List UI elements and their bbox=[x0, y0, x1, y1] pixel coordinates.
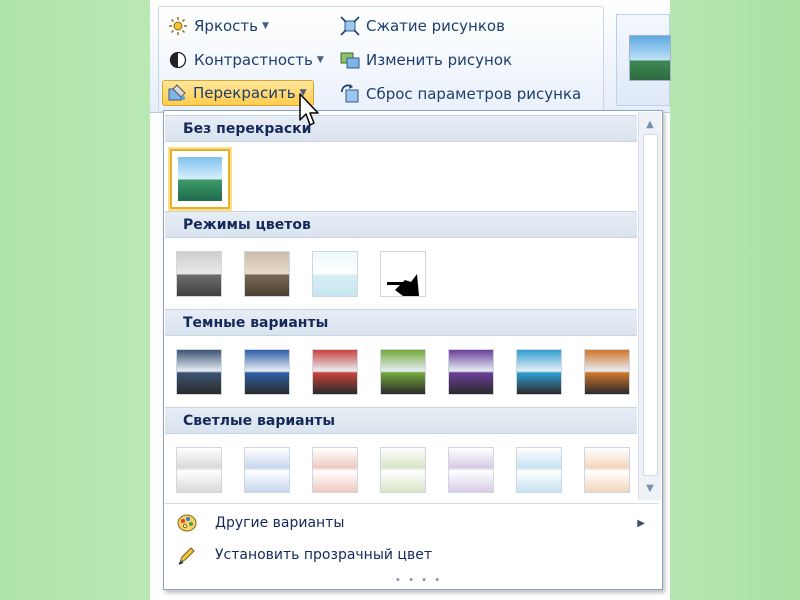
light-variant-swatch[interactable] bbox=[244, 447, 290, 493]
light-variant-swatch[interactable] bbox=[380, 447, 426, 493]
chevron-right-icon: ▶ bbox=[637, 517, 645, 529]
palette-icon bbox=[173, 512, 201, 534]
gallery-menu: Другие варианты ▶ Установить прозрачный … bbox=[165, 503, 659, 588]
reset-picture-button[interactable]: Сброс параметров рисунка bbox=[340, 82, 581, 106]
section-color-modes: Режимы цветов bbox=[165, 211, 637, 238]
dark-variant-swatch[interactable] bbox=[176, 349, 222, 395]
black-white-swatch[interactable] bbox=[380, 251, 426, 297]
more-variants-label: Другие варианты bbox=[215, 515, 345, 531]
recolor-button[interactable]: Перекрасить ▼ bbox=[162, 80, 314, 106]
chevron-down-icon: ▼ bbox=[262, 21, 269, 31]
picture-styles-preview[interactable] bbox=[616, 14, 671, 106]
section-title: Светлые варианты bbox=[183, 413, 336, 429]
grayscale-swatch[interactable] bbox=[176, 251, 222, 297]
gallery-scrollbar[interactable]: ▲ ▼ bbox=[638, 112, 661, 500]
no-recolor-swatch[interactable] bbox=[170, 149, 230, 209]
compress-label: Сжатие рисунков bbox=[366, 17, 505, 35]
section-light-variants: Светлые варианты bbox=[165, 407, 637, 434]
cursor-icon bbox=[299, 93, 319, 126]
scroll-down-icon[interactable]: ▼ bbox=[639, 480, 661, 498]
sepia-swatch[interactable] bbox=[244, 251, 290, 297]
picture-thumbnail bbox=[178, 157, 222, 201]
contrast-button[interactable]: Контрастность ▼ bbox=[168, 48, 324, 72]
picture-thumbnail bbox=[629, 35, 671, 81]
dark-variant-swatch[interactable] bbox=[448, 349, 494, 395]
resize-grip[interactable]: • • • • bbox=[395, 575, 442, 586]
recolor-icon bbox=[167, 83, 187, 103]
brightness-button[interactable]: Яркость ▼ bbox=[168, 14, 269, 38]
pen-icon bbox=[173, 544, 201, 566]
light-variant-swatch[interactable] bbox=[448, 447, 494, 493]
light-variant-swatch[interactable] bbox=[312, 447, 358, 493]
compress-icon bbox=[340, 16, 360, 36]
scroll-thumb[interactable] bbox=[643, 134, 658, 476]
brightness-icon bbox=[168, 16, 188, 36]
light-variant-swatch[interactable] bbox=[176, 447, 222, 493]
change-picture-button[interactable]: Изменить рисунок bbox=[340, 48, 512, 72]
chevron-down-icon: ▼ bbox=[316, 55, 324, 65]
set-transparent-label: Установить прозрачный цвет bbox=[215, 547, 432, 563]
washout-swatch[interactable] bbox=[312, 251, 358, 297]
change-label: Изменить рисунок bbox=[366, 51, 513, 69]
dark-variant-swatch[interactable] bbox=[584, 349, 630, 395]
section-title: Темные варианты bbox=[183, 315, 329, 331]
light-variant-swatch[interactable] bbox=[584, 447, 630, 493]
dark-variant-swatch[interactable] bbox=[244, 349, 290, 395]
reset-label: Сброс параметров рисунка bbox=[366, 85, 582, 103]
recolor-label: Перекрасить bbox=[193, 84, 296, 102]
recolor-gallery: Без перекраски Режимы цветов Темные вари… bbox=[163, 110, 663, 590]
contrast-label: Контрастность bbox=[194, 51, 313, 69]
scroll-up-icon[interactable]: ▲ bbox=[639, 116, 661, 134]
dark-variant-swatch[interactable] bbox=[380, 349, 426, 395]
section-no-recolor: Без перекраски bbox=[165, 115, 637, 142]
section-dark-variants: Темные варианты bbox=[165, 309, 637, 336]
compress-pictures-button[interactable]: Сжатие рисунков bbox=[340, 14, 505, 38]
brightness-label: Яркость bbox=[194, 17, 259, 35]
set-transparent-color-item[interactable]: Установить прозрачный цвет bbox=[165, 540, 659, 570]
contrast-icon bbox=[168, 50, 188, 70]
change-picture-icon bbox=[340, 50, 360, 70]
light-variant-swatch[interactable] bbox=[516, 447, 562, 493]
section-title: Без перекраски bbox=[183, 121, 312, 137]
dark-variant-swatch[interactable] bbox=[516, 349, 562, 395]
dark-variant-swatch[interactable] bbox=[312, 349, 358, 395]
reset-icon bbox=[340, 84, 360, 104]
section-title: Режимы цветов bbox=[183, 217, 311, 233]
more-variants-item[interactable]: Другие варианты ▶ bbox=[165, 508, 659, 538]
